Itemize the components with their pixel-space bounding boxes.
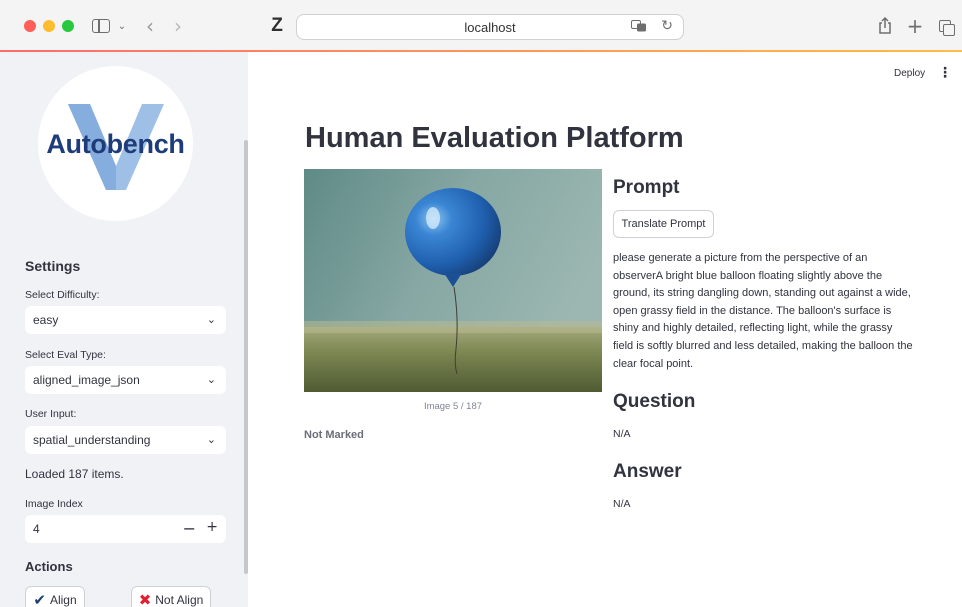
chevron-down-icon[interactable]: ⌄	[116, 13, 128, 39]
eval-type-label: Select Eval Type:	[25, 349, 106, 361]
reload-icon[interactable]: ↻	[661, 18, 673, 34]
chevron-down-icon: ⌄	[206, 433, 216, 446]
check-icon: ✔	[33, 591, 46, 607]
autobench-logo: Autobench	[38, 66, 193, 221]
share-icon[interactable]	[876, 13, 894, 39]
decrement-button[interactable]: −	[183, 519, 196, 538]
not-align-button[interactable]: ✖ Not Align	[131, 586, 211, 607]
deploy-button[interactable]: Deploy	[894, 68, 925, 79]
main-content: Deploy ⋮ Human Evaluation Platform Image…	[248, 52, 962, 607]
align-button[interactable]: ✔ Align	[25, 586, 85, 607]
translate-prompt-button[interactable]: Translate Prompt	[613, 210, 714, 238]
maximize-window-button[interactable]	[62, 20, 74, 32]
evaluation-image	[304, 169, 602, 392]
address-bar[interactable]: localhost ↻	[296, 14, 684, 40]
eval-type-select[interactable]: aligned_image_json ⌄	[25, 366, 226, 394]
chevron-down-icon: ⌄	[206, 373, 216, 386]
eval-type-value: aligned_image_json	[33, 373, 140, 387]
minimize-window-button[interactable]	[43, 20, 55, 32]
page-title: Human Evaluation Platform	[305, 122, 684, 154]
settings-heading: Settings	[25, 258, 81, 274]
loaded-items-text: Loaded 187 items.	[25, 467, 124, 481]
back-arrow-icon[interactable]: ‹	[143, 13, 157, 39]
image-index-label: Image Index	[25, 498, 83, 510]
more-menu-icon[interactable]: ⋮	[938, 65, 952, 81]
url-text: localhost	[464, 20, 516, 35]
forward-arrow-icon[interactable]: ›	[171, 13, 185, 39]
image-caption: Image 5 / 187	[423, 401, 483, 412]
not-align-label: Not Align	[155, 593, 204, 607]
browser-toolbar: ⌄ ‹ › Z localhost ↻ +	[0, 0, 962, 52]
z-extension-icon[interactable]: Z	[268, 13, 286, 39]
difficulty-value: easy	[33, 313, 59, 327]
sidebar: Autobench Settings Select Difficulty: ea…	[0, 52, 248, 607]
user-input-value: spatial_understanding	[33, 433, 151, 447]
align-label: Align	[49, 593, 77, 607]
sidebar-toggle-icon[interactable]	[90, 13, 112, 39]
increment-button[interactable]: +	[206, 519, 218, 535]
cross-icon: ✖	[138, 591, 152, 607]
tab-overview-icon[interactable]	[936, 13, 955, 39]
prompt-text: please generate a picture from the persp…	[613, 252, 913, 370]
prompt-heading: Prompt	[613, 177, 680, 198]
difficulty-select[interactable]: easy ⌄	[25, 306, 226, 334]
status-label: Not Marked	[304, 429, 364, 441]
image-index-value: 4	[33, 522, 40, 536]
answer-heading: Answer	[613, 461, 682, 482]
actions-heading: Actions	[25, 559, 73, 574]
difficulty-label: Select Difficulty:	[25, 289, 100, 301]
question-value: N/A	[613, 428, 631, 440]
user-input-label: User Input:	[25, 408, 77, 420]
user-input-select[interactable]: spatial_understanding ⌄	[25, 426, 226, 454]
close-window-button[interactable]	[24, 20, 36, 32]
new-tab-icon[interactable]: +	[906, 13, 924, 39]
chevron-down-icon: ⌄	[206, 313, 216, 326]
image-index-input[interactable]: 4 − +	[25, 515, 226, 543]
logo-text: Autobench	[46, 129, 185, 159]
answer-value: N/A	[613, 498, 631, 510]
translate-page-icon[interactable]	[631, 20, 647, 35]
question-heading: Question	[613, 391, 696, 412]
